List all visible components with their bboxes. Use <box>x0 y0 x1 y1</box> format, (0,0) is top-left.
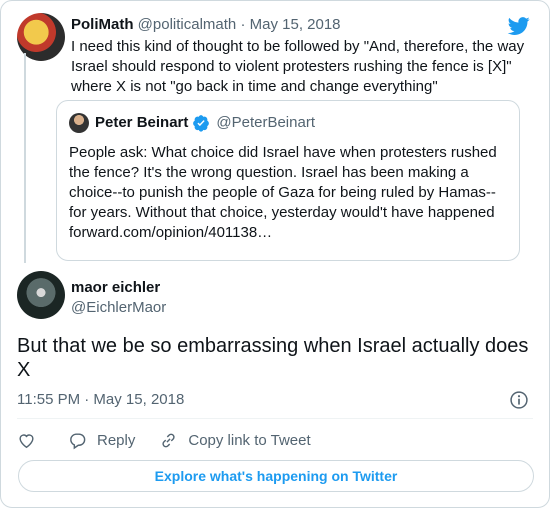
parent-tweet-date[interactable]: May 15, 2018 <box>250 16 341 33</box>
tweet-embed-card: PoliMath @politicalmath · May 15, 2018 I… <box>0 0 550 508</box>
parent-tweet-text: I need this kind of thought to be follow… <box>71 38 525 95</box>
tweet-actions-bar: Reply Copy link to Tweet <box>17 429 335 451</box>
explore-twitter-button[interactable]: Explore what's happening on Twitter <box>18 460 534 492</box>
link-icon <box>162 433 175 447</box>
quoted-author-name: Peter Beinart <box>95 114 189 131</box>
quoted-tweet-header: Peter Beinart @PeterBeinart <box>69 113 507 133</box>
copy-link-label: Copy link to Tweet <box>188 431 311 449</box>
quoted-author-handle: @PeterBeinart <box>216 114 315 131</box>
main-author-name[interactable]: maor eichler <box>71 278 160 298</box>
peter-beinart-avatar <box>69 113 89 133</box>
verified-badge-icon <box>193 115 210 132</box>
main-tweet-text: But that we be so embarrassing when Isra… <box>17 335 529 381</box>
meta-separator: · <box>240 16 246 33</box>
reply-icon <box>70 432 86 449</box>
parent-tweet-meta: PoliMath @politicalmath · May 15, 2018 <box>71 15 541 35</box>
reply-label: Reply <box>97 431 136 449</box>
actions-divider <box>17 418 533 419</box>
twitter-bird-icon[interactable] <box>507 15 531 37</box>
main-tweet-timestamp[interactable]: 11:55 PM · May 15, 2018 <box>17 390 184 410</box>
main-tweet-header: maor eichler @EichlerMaor <box>17 271 537 321</box>
quoted-tweet-text: People ask: What choice did Israel have … <box>69 144 497 241</box>
quoted-tweet[interactable]: Peter Beinart @PeterBeinart People ask: … <box>56 100 520 261</box>
thread-connector-line <box>24 53 26 263</box>
parent-tweet-body: PoliMath @politicalmath · May 15, 2018 I… <box>71 15 541 97</box>
parent-author-handle[interactable]: @politicalmath <box>138 16 237 33</box>
like-button[interactable] <box>17 431 36 450</box>
main-author-handle[interactable]: @EichlerMaor <box>71 298 166 318</box>
maor-eichler-avatar[interactable] <box>17 271 65 319</box>
copy-link-button[interactable]: Copy link to Tweet <box>159 431 311 450</box>
heart-icon <box>19 433 34 448</box>
reply-button[interactable]: Reply <box>68 431 135 450</box>
info-icon[interactable] <box>509 390 529 410</box>
parent-author-name[interactable]: PoliMath <box>71 16 134 33</box>
